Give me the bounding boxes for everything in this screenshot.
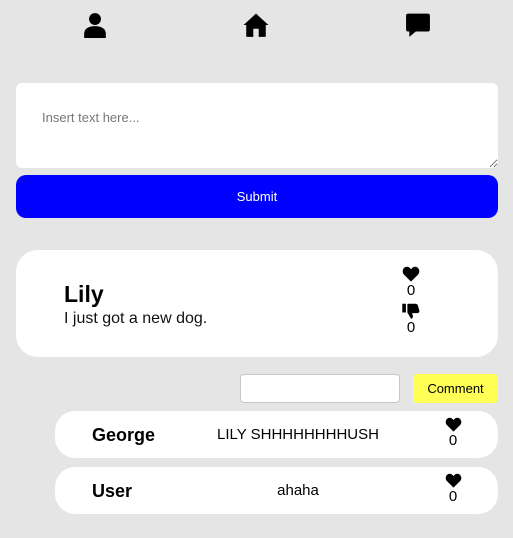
post-like-count: 0	[406, 282, 416, 299]
comment-text: LILY SHHHHHHHHUSH	[217, 426, 379, 443]
nav-messages-button[interactable]	[403, 10, 433, 40]
post-dislike-count: 0	[406, 319, 416, 336]
nav-profile-button[interactable]	[80, 10, 110, 40]
submit-button[interactable]: Submit	[16, 175, 498, 218]
comment-like-count: 0	[448, 432, 458, 449]
nav-home-button[interactable]	[241, 10, 271, 40]
home-icon	[243, 13, 269, 37]
comment-like-count: 0	[448, 488, 458, 505]
top-navigation	[0, 0, 513, 50]
post-text: I just got a new dog.	[64, 310, 208, 327]
post-author: Lily	[64, 281, 104, 307]
thumbs-down-icon[interactable]	[402, 303, 420, 319]
comment-author: User	[92, 481, 133, 501]
heart-icon[interactable]	[402, 266, 420, 282]
post-card: Lily I just got a new dog. 0 0	[16, 250, 498, 357]
comment-icon	[406, 13, 430, 37]
comment-card: George LILY SHHHHHHHHUSH 0	[55, 411, 498, 458]
comment-reactions: 0	[443, 473, 463, 505]
post-text-input[interactable]	[16, 83, 498, 168]
heart-icon[interactable]	[445, 473, 462, 488]
comment-input[interactable]	[240, 374, 400, 403]
comment-reactions: 0	[443, 417, 463, 449]
heart-icon[interactable]	[445, 417, 462, 432]
user-icon	[84, 13, 106, 38]
comment-card: User ahaha 0	[55, 467, 498, 514]
comment-author: George	[92, 425, 156, 445]
comment-button[interactable]: Comment	[413, 374, 498, 403]
comment-text: ahaha	[277, 482, 319, 499]
post-reactions: 0 0	[400, 266, 422, 336]
